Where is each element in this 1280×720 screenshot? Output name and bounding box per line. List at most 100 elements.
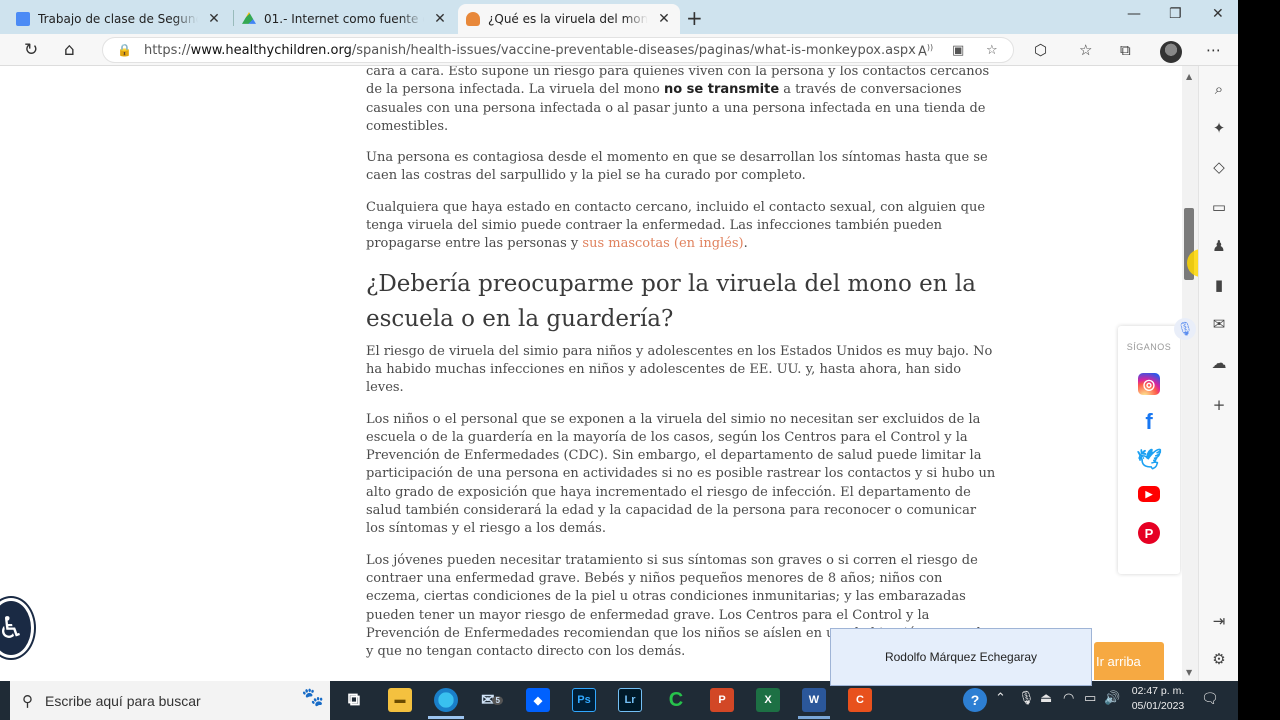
page-viewport: cara a cara. Esto supone un riesgo para … (0, 66, 1198, 681)
healthychildren-favicon-icon (466, 12, 480, 26)
paragraph-contagious: Una persona es contagiosa desde el momen… (366, 150, 988, 184)
read-aloud-icon[interactable]: A)) (918, 43, 933, 59)
address-bar[interactable]: 🔒 https://www.healthychildren.org/spanis… (102, 37, 1014, 63)
back-to-top-button[interactable]: Ir arriba (1094, 642, 1164, 680)
add-favorite-icon[interactable]: ☆ (986, 43, 998, 58)
pets-link[interactable]: sus mascotas (en inglés) (582, 236, 743, 251)
twitter-icon[interactable]: 🕊 (1136, 448, 1161, 471)
edge-browser-icon[interactable] (434, 688, 458, 712)
tab-internet-fuente[interactable]: 01.- Internet como fuente de inf ✕ (234, 4, 456, 34)
system-clock[interactable]: 02:47 p. m. 05/01/2023 (1126, 684, 1190, 714)
paragraph-transmission: cara a cara. Esto supone un riesgo para … (366, 66, 998, 136)
tab-title: Trabajo de clase de Segundo A ( (38, 12, 198, 26)
camtasia-recorder-icon[interactable]: C (848, 688, 872, 712)
restore-icon[interactable]: ❐ (1169, 6, 1182, 22)
windows-taskbar: ⚲ Escribe aquí para buscar 🐾 ⧉ ▬ ✉ 5 ◆ Ps… (0, 681, 1238, 720)
url-path: /spanish/health-issues/vaccine-preventab… (351, 42, 916, 58)
follow-us-label: SÍGANOS (1126, 342, 1172, 352)
youtube-icon[interactable]: ▶ (1138, 486, 1160, 502)
microphone-icon[interactable]: 🎙 (1174, 318, 1196, 340)
minimize-icon[interactable]: — (1127, 6, 1141, 22)
volume-icon[interactable]: 🔊 (1104, 691, 1120, 706)
usb-icon[interactable]: ⏏ (1040, 691, 1052, 706)
sidebar-settings-icon[interactable]: ⚙ (1209, 650, 1229, 668)
taskbar-search[interactable]: ⚲ Escribe aquí para buscar 🐾 (10, 681, 330, 720)
close-tab-icon[interactable]: ✕ (432, 11, 448, 27)
clock-date: 05/01/2023 (1131, 700, 1185, 712)
profile-avatar[interactable] (1160, 41, 1182, 63)
search-icon: ⚲ (22, 692, 33, 710)
page-scrollbar[interactable] (1182, 66, 1198, 681)
url-host: www.healthychildren.org (190, 42, 352, 58)
microphone-tray-icon[interactable]: 🎙 (1018, 691, 1035, 706)
tab-trabajo-clase[interactable]: Trabajo de clase de Segundo A ( ✕ (8, 4, 232, 34)
scroll-up-arrow-icon[interactable]: ▲ (1186, 72, 1192, 81)
show-hidden-icons[interactable]: ⌃ (995, 691, 1006, 706)
new-tab-icon[interactable]: + (686, 6, 703, 30)
follow-us-panel: SÍGANOS ◎ f 🕊 ▶ P (1118, 326, 1180, 574)
notifications-icon[interactable]: 🗨 (1201, 691, 1219, 707)
extensions-icon[interactable]: ⬡ (1034, 41, 1047, 59)
classroom-icon (16, 12, 30, 26)
active-app-indicator (798, 716, 830, 719)
close-window-icon[interactable]: ✕ (1212, 6, 1224, 22)
accessibility-icon[interactable]: ♿ (0, 598, 34, 658)
word-icon[interactable]: W (802, 688, 826, 712)
close-tab-icon[interactable]: ✕ (206, 11, 222, 27)
paragraph-exclusion: Los niños o el personal que se exponen a… (366, 411, 996, 537)
photoshop-icon[interactable]: Ps (572, 688, 596, 712)
outlook-icon[interactable]: ✉ (1209, 315, 1229, 333)
app-available-icon[interactable]: ▣ (952, 43, 964, 58)
search-icon[interactable]: ⌕ (1209, 80, 1229, 98)
screen-edge (1238, 0, 1280, 720)
search-placeholder: Escribe aquí para buscar (45, 692, 201, 709)
network-icon[interactable]: ◠ (1063, 691, 1074, 706)
mail-badge: 5 (492, 695, 503, 705)
presenter-name-overlay: Rodolfo Márquez Echegaray (830, 628, 1092, 686)
refresh-icon[interactable]: ↻ (24, 40, 38, 60)
tab-title: 01.- Internet como fuente de inf (264, 12, 424, 26)
help-icon[interactable]: ? (963, 688, 987, 712)
office-icon[interactable]: ▮ (1209, 276, 1229, 294)
copilot-sparkle-icon[interactable]: ✦ (1209, 119, 1229, 137)
facebook-icon[interactable]: f (1138, 409, 1160, 434)
more-options-icon[interactable]: ⋯ (1206, 41, 1221, 59)
add-sidebar-app-icon[interactable]: + (1209, 396, 1229, 414)
mail-icon[interactable]: ✉ 5 (480, 688, 504, 712)
close-tab-icon[interactable]: ✕ (656, 11, 672, 27)
paragraph-close-contact: Cualquiera que haya estado en contacto c… (366, 199, 998, 254)
shopping-tag-icon[interactable]: ◇ (1209, 158, 1229, 176)
powerpoint-icon[interactable]: P (710, 688, 734, 712)
instagram-icon[interactable]: ◎ (1138, 373, 1160, 395)
navigation-bar: ↻ ⌂ 🔒 https://www.healthychildren.org/sp… (0, 34, 1238, 66)
collections-icon[interactable]: ⧉ (1120, 41, 1131, 59)
pinterest-icon[interactable]: P (1138, 522, 1160, 544)
drop-icon[interactable]: ☁ (1209, 354, 1229, 372)
clock-time: 02:47 p. m. (1131, 685, 1185, 697)
battery-icon[interactable]: ▭ (1084, 691, 1096, 706)
tab-title: ¿Qué es la viruela del mono o vir (488, 12, 648, 26)
search-highlight-image-icon: 🐾 (301, 687, 324, 707)
scroll-down-arrow-icon[interactable]: ▼ (1186, 668, 1192, 677)
tab-viruela-mono[interactable]: ¿Qué es la viruela del mono o vir ✕ (458, 4, 680, 34)
paragraph-risk-children: El riesgo de viruela del simio para niño… (366, 343, 993, 396)
task-view-icon[interactable]: ⧉ (342, 688, 366, 712)
url-prefix: https:// (143, 42, 191, 58)
lightroom-icon[interactable]: Lr (618, 688, 642, 712)
favorites-icon[interactable]: ☆ (1079, 41, 1092, 59)
hide-sidebar-icon[interactable]: ⇥ (1209, 612, 1229, 630)
tools-briefcase-icon[interactable]: ▭ (1209, 198, 1229, 216)
file-explorer-icon[interactable]: ▬ (388, 688, 412, 712)
article-body: cara a cara. Esto supone un riesgo para … (366, 66, 998, 674)
camtasia-icon[interactable]: C (664, 688, 688, 712)
dropbox-icon[interactable]: ◆ (526, 688, 550, 712)
google-drive-icon (242, 12, 256, 24)
tab-strip: Trabajo de clase de Segundo A ( ✕ 01.- I… (0, 0, 1238, 34)
games-icon[interactable]: ♟ (1209, 237, 1229, 255)
excel-icon[interactable]: X (756, 688, 780, 712)
section-heading-school: ¿Debería preocuparme por la viruela del … (366, 270, 976, 332)
lock-icon: 🔒 (117, 43, 132, 57)
active-app-indicator (428, 716, 464, 719)
text: . (743, 236, 748, 252)
home-icon[interactable]: ⌂ (64, 40, 75, 60)
